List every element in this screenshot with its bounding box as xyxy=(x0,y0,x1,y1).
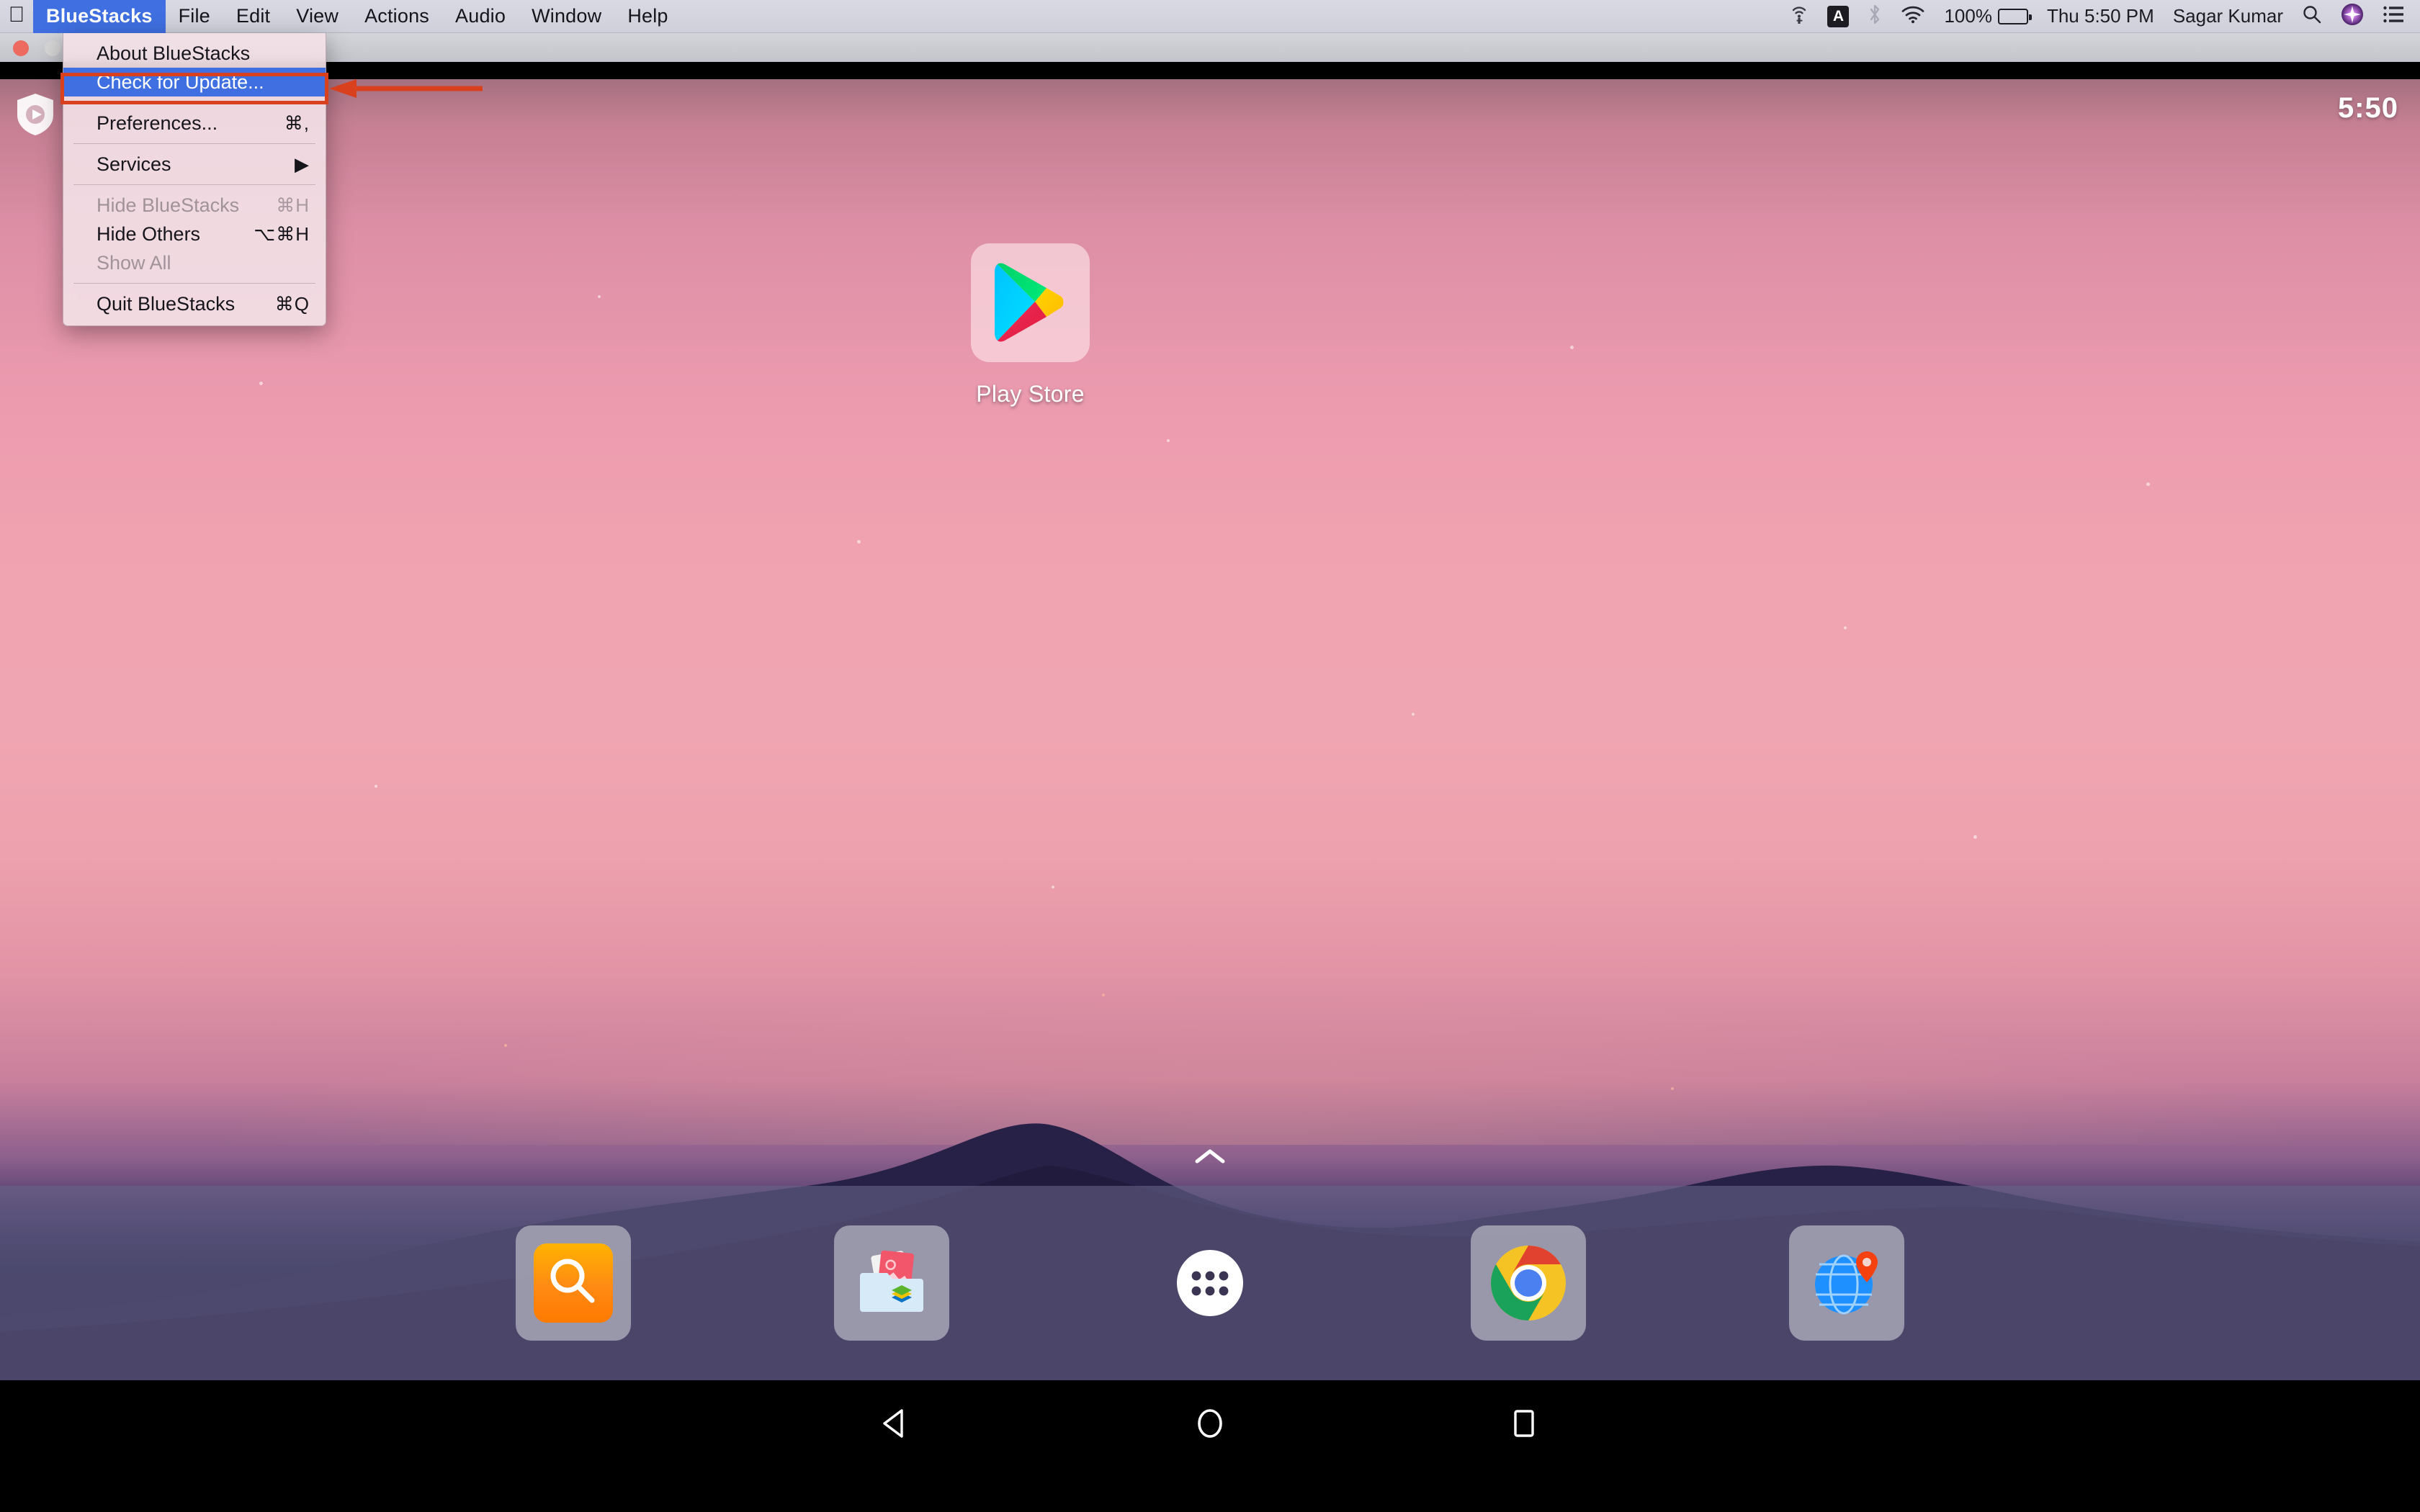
menu-separator xyxy=(73,184,315,185)
menu-item-label: Hide Others xyxy=(97,222,201,245)
dock-item-search[interactable] xyxy=(516,1225,631,1341)
siri-icon[interactable] xyxy=(2341,3,2364,30)
annotation-highlight-box xyxy=(60,73,328,104)
battery-status[interactable]: 100% xyxy=(1944,5,2032,27)
menu-separator xyxy=(73,283,315,284)
menu-item-show-all: Show All xyxy=(63,248,326,277)
android-navigation-bar xyxy=(0,1380,2420,1512)
macos-menu-actions[interactable]: Actions xyxy=(351,0,442,33)
input-source-icon[interactable]: A xyxy=(1827,5,1850,27)
macos-menu-bluestacks[interactable]: BlueStacks xyxy=(33,0,166,33)
android-dock xyxy=(0,1186,2420,1380)
battery-percent-label: 100% xyxy=(1944,5,1992,27)
menu-item-label: Show All xyxy=(97,251,171,274)
chevron-up-icon[interactable] xyxy=(1193,1147,1227,1166)
window-controls xyxy=(13,40,60,56)
menu-item-label: Quit BlueStacks xyxy=(97,292,236,315)
window-title-bar xyxy=(0,33,2420,62)
minimize-window-button[interactable] xyxy=(45,40,60,56)
macos-menu-file[interactable]: File xyxy=(166,0,223,33)
macos-menu-audio[interactable]: Audio xyxy=(442,0,519,33)
bluestacks-shield-icon xyxy=(17,94,53,135)
personal-hotspot-icon[interactable] xyxy=(1790,4,1809,29)
dock-item-app-drawer[interactable] xyxy=(1152,1225,1268,1341)
menu-item-hide-others[interactable]: Hide Others ⌥⌘H xyxy=(63,220,326,248)
nav-recents-button[interactable] xyxy=(1500,1400,1548,1447)
menu-separator xyxy=(73,143,315,144)
android-status-clock: 5:50 xyxy=(2337,92,2398,124)
menu-item-label: About BlueStacks xyxy=(97,42,251,64)
menu-item-hide-bluestacks: Hide BlueStacks ⌘H xyxy=(63,191,326,220)
nav-home-button[interactable] xyxy=(1186,1400,1234,1447)
recents-square-icon xyxy=(1514,1410,1534,1437)
close-window-button[interactable] xyxy=(13,40,29,56)
battery-icon xyxy=(1997,8,2032,24)
google-play-store-icon xyxy=(994,263,1063,341)
app-tile xyxy=(971,243,1090,362)
macos-status-items: A 100% Thu 5:50 PM Sagar Kumar xyxy=(1790,0,2420,33)
menu-item-services[interactable]: Services ▶ xyxy=(63,150,326,179)
menu-item-shortcut: ⌘Q xyxy=(274,292,310,315)
dock-item-browser[interactable] xyxy=(1789,1225,1904,1341)
notification-center-icon[interactable] xyxy=(2383,5,2404,27)
macos-menu-window[interactable]: Window xyxy=(519,0,614,33)
menu-item-label: Hide BlueStacks xyxy=(97,194,240,216)
menu-item-label: Services xyxy=(97,153,171,175)
apple-logo-icon[interactable]:  xyxy=(0,0,33,33)
menu-item-shortcut: ⌘, xyxy=(284,112,310,134)
app-shortcut-play-store[interactable]: Play Store xyxy=(971,243,1090,408)
macos-menu-bar:  BlueStacks File Edit View Actions Audi… xyxy=(0,0,2420,33)
submenu-arrow-icon: ▶ xyxy=(295,153,310,175)
menubar-clock[interactable]: Thu 5:50 PM xyxy=(2047,5,2154,27)
globe-pin-icon xyxy=(1815,1251,1878,1315)
menu-item-shortcut: ⌥⌘H xyxy=(254,222,310,245)
dock-item-media-manager[interactable] xyxy=(834,1225,949,1341)
search-icon[interactable] xyxy=(2302,4,2322,28)
macos-menu-list:  BlueStacks File Edit View Actions Audi… xyxy=(0,0,681,33)
android-home-screen: 5:50 Play Store xyxy=(0,79,2420,1380)
back-triangle-icon xyxy=(883,1409,903,1438)
menu-item-label: Preferences... xyxy=(97,112,218,134)
menubar-user-name[interactable]: Sagar Kumar xyxy=(2173,5,2283,27)
chrome-icon xyxy=(1491,1246,1566,1320)
wifi-icon[interactable] xyxy=(1901,5,1925,27)
home-circle-icon xyxy=(1198,1409,1222,1438)
nav-back-button[interactable] xyxy=(872,1400,920,1447)
menu-item-preferences[interactable]: Preferences... ⌘, xyxy=(63,109,326,138)
window-black-strip xyxy=(0,62,2420,79)
macos-menu-edit[interactable]: Edit xyxy=(223,0,283,33)
menu-item-about-bluestacks[interactable]: About BlueStacks xyxy=(63,39,326,68)
macos-menu-view[interactable]: View xyxy=(283,0,351,33)
annotation-arrow-icon xyxy=(329,79,483,98)
bluetooth-icon[interactable] xyxy=(1868,3,1882,30)
menu-item-shortcut: ⌘H xyxy=(276,194,310,216)
media-manager-icon xyxy=(860,1250,923,1312)
macos-menu-help[interactable]: Help xyxy=(614,0,681,33)
app-shortcut-label: Play Store xyxy=(976,381,1085,407)
menu-item-quit-bluestacks[interactable]: Quit BlueStacks ⌘Q xyxy=(63,289,326,318)
search-icon xyxy=(534,1243,613,1323)
app-drawer-icon xyxy=(1177,1250,1243,1316)
dock-item-chrome[interactable] xyxy=(1471,1225,1586,1341)
